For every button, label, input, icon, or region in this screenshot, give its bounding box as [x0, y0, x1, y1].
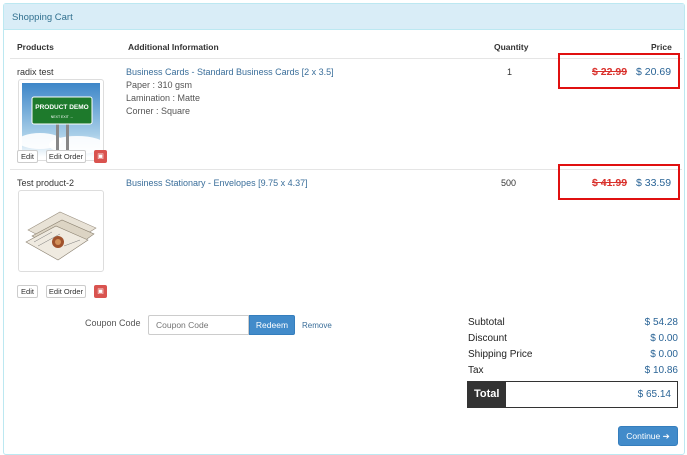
subtotal-value: $ 54.28: [644, 317, 678, 328]
column-header-quantity: Quantity: [494, 42, 529, 52]
edit-button[interactable]: Edit: [17, 285, 38, 298]
edit-button[interactable]: Edit: [17, 150, 38, 163]
discount-label: Discount: [468, 333, 507, 344]
column-header-info: Additional Information: [128, 42, 219, 52]
discounted-price: $ 33.59: [636, 177, 672, 189]
shipping-price-label: Shipping Price: [468, 349, 533, 360]
quantity-value: 500: [501, 178, 517, 188]
product-name: Test product-2: [17, 178, 75, 188]
redeem-button[interactable]: Redeem: [249, 315, 295, 335]
remove-coupon-link[interactable]: Remove: [302, 321, 332, 330]
continue-button[interactable]: Continue ➔: [618, 426, 678, 446]
product-demo-sign-image: PRODUCT DEMO NEXT EXIT →: [18, 83, 105, 157]
discounted-price: $ 20.69: [636, 66, 672, 78]
product-detail: Corner : Square: [126, 106, 191, 116]
column-header-products: Products: [17, 42, 54, 52]
edit-order-button[interactable]: Edit Order: [46, 150, 86, 163]
product-title-link[interactable]: Business Cards - Standard Business Cards…: [126, 67, 334, 77]
product-thumbnail[interactable]: [18, 190, 104, 272]
delete-icon[interactable]: ▣: [94, 285, 107, 298]
thumbnail-sign-text: PRODUCT DEMO: [35, 104, 88, 111]
edit-order-button[interactable]: Edit Order: [46, 285, 86, 298]
tax-label: Tax: [468, 365, 484, 376]
panel-title: Shopping Cart: [4, 4, 684, 30]
quantity-value: 1: [507, 67, 513, 77]
coupon-input[interactable]: [148, 315, 249, 335]
thumbnail-sign-subtext: NEXT EXIT →: [51, 115, 73, 119]
coupon-label: Coupon Code: [85, 318, 141, 328]
original-price: $ 22.99: [592, 66, 628, 78]
subtotal-label: Subtotal: [468, 317, 505, 328]
product-thumbnail[interactable]: PRODUCT DEMO NEXT EXIT →: [18, 79, 105, 161]
total-label: Total: [468, 382, 506, 407]
original-price: $ 41.99: [592, 177, 628, 189]
total-value: $ 65.14: [637, 389, 671, 400]
total-box: Total $ 65.14: [467, 381, 678, 408]
product-title-link[interactable]: Business Stationary - Envelopes [9.75 x …: [126, 178, 308, 188]
delete-icon[interactable]: ▣: [94, 150, 107, 163]
product-detail: Lamination : Matte: [126, 93, 201, 103]
product-name: radix test: [17, 67, 54, 77]
shipping-price-value: $ 0.00: [650, 349, 678, 360]
discount-value: $ 0.00: [650, 333, 678, 344]
column-header-price: Price: [651, 42, 672, 52]
tax-value: $ 10.86: [644, 365, 678, 376]
envelope-product-image: [22, 194, 100, 268]
product-detail: Paper : 310 gsm: [126, 80, 193, 90]
